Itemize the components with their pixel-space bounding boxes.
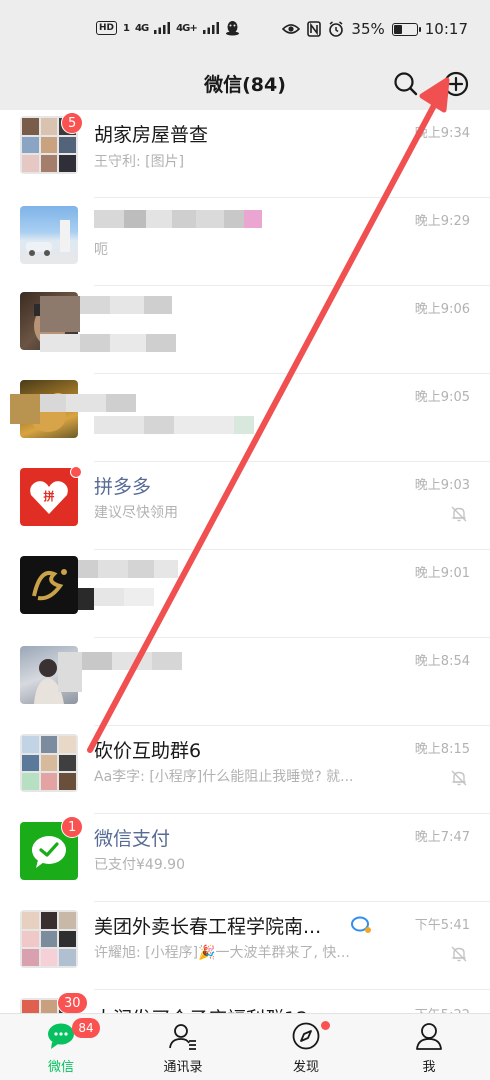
- chat-item[interactable]: 30 大润发买个子店福利群12 下午5:22: [0, 990, 490, 1013]
- chat-item[interactable]: 晚上9:01: [0, 550, 490, 638]
- tab-chats[interactable]: 84 微信: [0, 1014, 122, 1080]
- chat-name: 胡家房屋普查: [94, 124, 209, 146]
- tab-label: 我: [422, 1060, 436, 1075]
- chat-item[interactable]: 晚上9:06: [0, 286, 490, 374]
- group-avatar: [20, 734, 78, 792]
- status-right: 35% 10:17: [282, 20, 468, 38]
- tab-label: 通讯录: [163, 1060, 203, 1075]
- signal-1-label: 4G: [134, 22, 149, 34]
- chat-preview: Aa李字: [小程序]什么能阻止我睡觉? 就...: [94, 769, 354, 785]
- eye-icon: [282, 24, 301, 34]
- chat-time: 下午5:41: [414, 918, 470, 933]
- chat-item[interactable]: 晚上8:54: [0, 638, 490, 726]
- mute-bell-icon: [451, 506, 467, 522]
- chat-name: 砍价互助群6: [94, 740, 202, 762]
- chat-preview: 王守利: [图片]: [94, 154, 185, 170]
- signal-bars-icon: [154, 22, 171, 34]
- chat-name: 微信支付: [94, 828, 171, 850]
- chat-item[interactable]: 晚上9:05: [0, 374, 490, 462]
- pinduoduo-logo-icon: 拼: [30, 481, 68, 514]
- group-avatar: [20, 910, 78, 968]
- svg-text:拼: 拼: [44, 489, 55, 503]
- chat-item[interactable]: 5 胡家房屋普查 王守利: [图片] 晚上9:34: [0, 110, 490, 198]
- unread-badge: 30: [57, 992, 88, 1013]
- chat-time: 晚上9:05: [414, 390, 470, 405]
- nfc-icon: [307, 21, 322, 37]
- mute-bell-icon: [451, 946, 467, 962]
- chat-item[interactable]: 砍价互助群6 Aa李字: [小程序]什么能阻止我睡觉? 就... 晚上8:15: [0, 726, 490, 814]
- hd-indicator: HD: [96, 21, 118, 35]
- chat-preview: 呃: [94, 242, 108, 258]
- blurred-name: [78, 560, 178, 578]
- sim-indicator: 1: [123, 22, 130, 34]
- chat-time: 下午5:22: [415, 1004, 470, 1013]
- alarm-icon: [329, 21, 344, 37]
- enterprise-wechat-icon: [351, 916, 371, 933]
- chat-preview: 建议尽快领用: [94, 505, 178, 521]
- chat-time: 晚上9:06: [414, 302, 470, 317]
- chat-time: 晚上8:54: [414, 654, 470, 669]
- blurred-name: [94, 210, 262, 228]
- blurred-preview: [78, 588, 154, 610]
- blurred-name: [40, 296, 172, 332]
- chat-time: 晚上9:29: [414, 214, 470, 229]
- blurred-preview: [40, 334, 176, 352]
- app-header: 微信(84): [0, 62, 490, 110]
- tab-badge: 84: [72, 1018, 100, 1038]
- chat-time: 晚上8:15: [414, 742, 470, 757]
- qq-penguin-icon: [225, 21, 239, 36]
- blurred-name: [58, 652, 182, 692]
- search-button[interactable]: [390, 68, 422, 100]
- mute-bell-icon: [451, 770, 467, 786]
- tab-me[interactable]: 我: [368, 1014, 490, 1080]
- plus-circle-icon: [443, 71, 469, 97]
- tab-label: 微信: [47, 1060, 74, 1075]
- signal-2-label: 4G+: [176, 22, 198, 34]
- chat-name: 美团外卖长春工程学院南...: [94, 916, 322, 938]
- clock: 10:17: [424, 20, 468, 38]
- chat-item[interactable]: 1 微信支付 已支付¥49.90 晚上7:47: [0, 814, 490, 902]
- status-bar: HD 1 4G 4G+ 35% 10:17: [0, 0, 490, 62]
- contact-avatar: [20, 556, 78, 614]
- tab-unread-dot: [321, 1021, 330, 1030]
- tab-label: 发现: [292, 1060, 319, 1075]
- bottom-tab-bar: 84 微信 通讯录 发现 我: [0, 1013, 490, 1080]
- chat-name: 拼多多: [94, 476, 152, 498]
- chat-name: 大润发买个子店福利群12: [94, 1004, 308, 1013]
- chat-list[interactable]: 5 胡家房屋普查 王守利: [图片] 晚上9:34 呃 晚上9:29 晚上9:0…: [0, 110, 490, 1013]
- contact-avatar: [20, 206, 78, 264]
- unread-dot: [70, 466, 82, 478]
- chat-time: 晚上9:03: [414, 478, 470, 493]
- search-icon: [394, 72, 418, 96]
- chat-item[interactable]: 拼 拼多多 建议尽快领用 晚上9:03: [0, 462, 490, 550]
- tab-contacts[interactable]: 通讯录: [122, 1014, 244, 1080]
- chat-time: 晚上7:47: [414, 830, 470, 845]
- unread-badge: 5: [61, 112, 84, 134]
- contacts-icon: [169, 1024, 196, 1050]
- status-left: HD 1 4G 4G+: [96, 20, 240, 36]
- chat-time: 晚上9:34: [414, 126, 470, 141]
- pinduoduo-avatar: 拼: [20, 468, 78, 526]
- chat-preview: 许耀旭: [小程序]🎉一大波羊群来了, 快...: [94, 945, 350, 961]
- battery-icon: [391, 22, 421, 36]
- tab-discover[interactable]: 发现: [245, 1014, 367, 1080]
- person-icon: [416, 1023, 442, 1050]
- compass-icon: [292, 1022, 320, 1050]
- add-button[interactable]: [440, 68, 472, 100]
- signal-bars-icon: [202, 22, 219, 34]
- unread-badge: 1: [61, 816, 84, 838]
- chat-item[interactable]: 美团外卖长春工程学院南... 许耀旭: [小程序]🎉一大波羊群来了, 快... …: [0, 902, 490, 990]
- chat-item[interactable]: 呃 晚上9:29: [0, 198, 490, 286]
- battery-percent: 35%: [351, 20, 385, 38]
- blurred-preview: [94, 416, 254, 434]
- chat-time: 晚上9:01: [414, 566, 470, 581]
- chat-preview: 已支付¥49.90: [94, 857, 185, 873]
